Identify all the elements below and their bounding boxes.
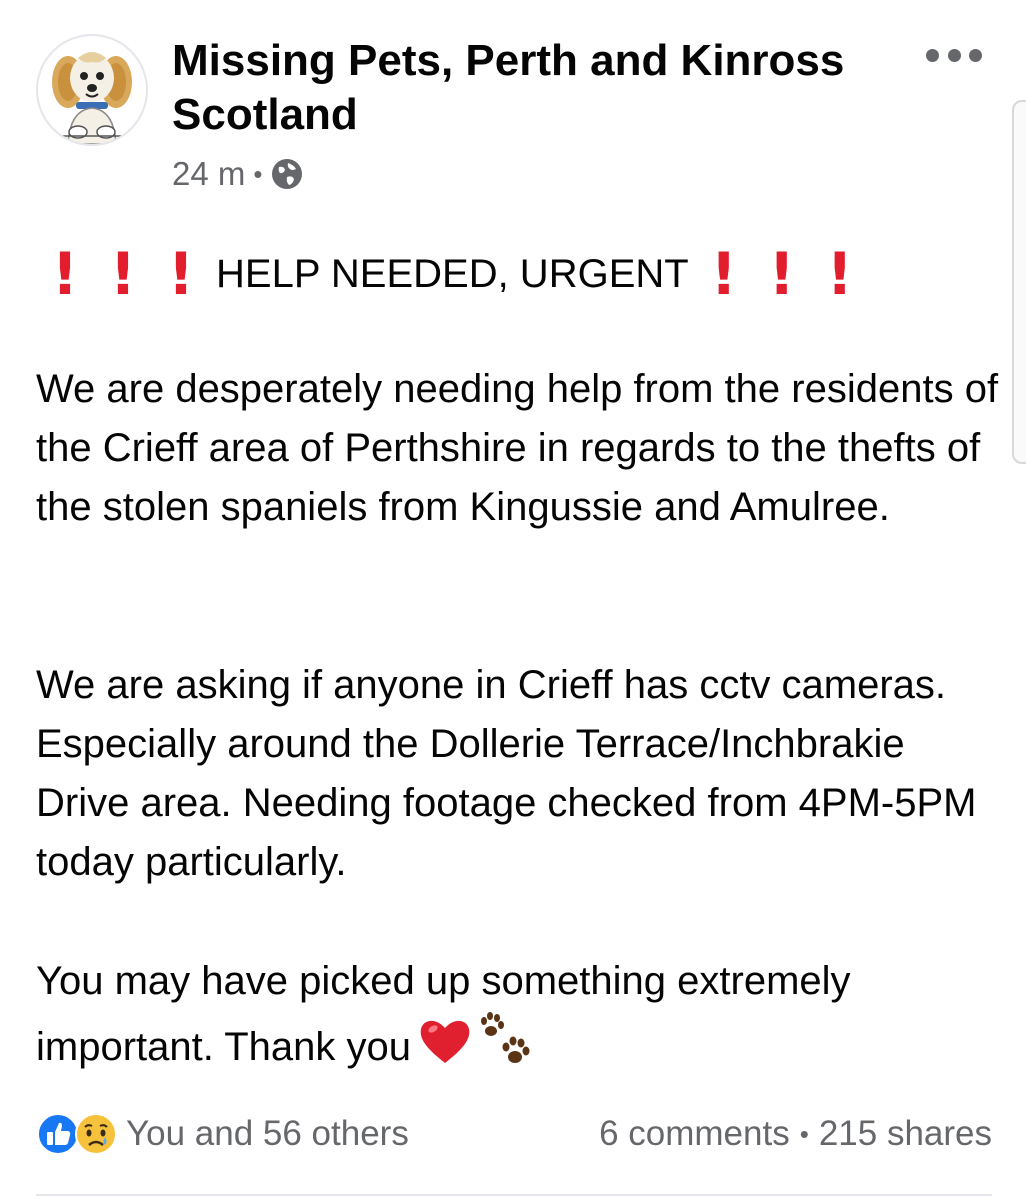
scroll-handle[interactable] bbox=[1012, 100, 1026, 464]
post-meta: 24 m • bbox=[172, 152, 304, 196]
post-card: Missing Pets, Perth and Kinross Scotland… bbox=[0, 0, 1026, 1200]
post-stats: 6 comments • 215 shares bbox=[599, 1108, 992, 1160]
post-paragraph-3: You may have picked up something extreme… bbox=[36, 952, 1006, 1088]
page-name[interactable]: Missing Pets, Perth and Kinross Scotland bbox=[172, 34, 872, 142]
exclamation-icon: ! bbox=[109, 240, 137, 308]
dog-avatar-icon bbox=[52, 52, 132, 144]
more-dot bbox=[947, 48, 961, 62]
shares-count[interactable]: 215 shares bbox=[819, 1114, 992, 1154]
paw-prints-icon bbox=[479, 1011, 535, 1088]
stats-separator: • bbox=[799, 1118, 809, 1149]
footer-divider bbox=[36, 1194, 992, 1196]
reaction-icons bbox=[36, 1112, 118, 1156]
headline-text: HELP NEEDED, URGENT bbox=[216, 251, 689, 296]
more-dot bbox=[926, 48, 939, 62]
exclamation-icon: ! bbox=[167, 240, 195, 308]
exclamation-icon: ! bbox=[826, 240, 853, 308]
reactions-summary[interactable]: You and 56 others bbox=[36, 1108, 409, 1160]
comments-count[interactable]: 6 comments bbox=[599, 1114, 790, 1154]
globe-icon[interactable] bbox=[270, 157, 304, 191]
heart-icon bbox=[417, 1015, 473, 1084]
post-paragraph-2: We are asking if anyone in Crieff has cc… bbox=[36, 663, 977, 884]
post-time[interactable]: 24 m bbox=[172, 155, 245, 193]
exclamation-icon: ! bbox=[768, 240, 795, 308]
post-headline: ! ! ! HELP NEEDED, URGENT ! ! ! bbox=[36, 244, 869, 304]
meta-separator: • bbox=[253, 159, 263, 189]
post-paragraph-1: We are desperately needing help from the… bbox=[36, 367, 999, 529]
more-options-icon[interactable] bbox=[926, 40, 982, 70]
page-avatar[interactable] bbox=[36, 34, 148, 146]
sad-icon bbox=[74, 1112, 118, 1156]
exclamation-icon: ! bbox=[710, 240, 737, 308]
more-dot bbox=[969, 48, 982, 62]
exclamation-icon: ! bbox=[51, 240, 79, 308]
reactions-text: You and 56 others bbox=[126, 1114, 409, 1153]
